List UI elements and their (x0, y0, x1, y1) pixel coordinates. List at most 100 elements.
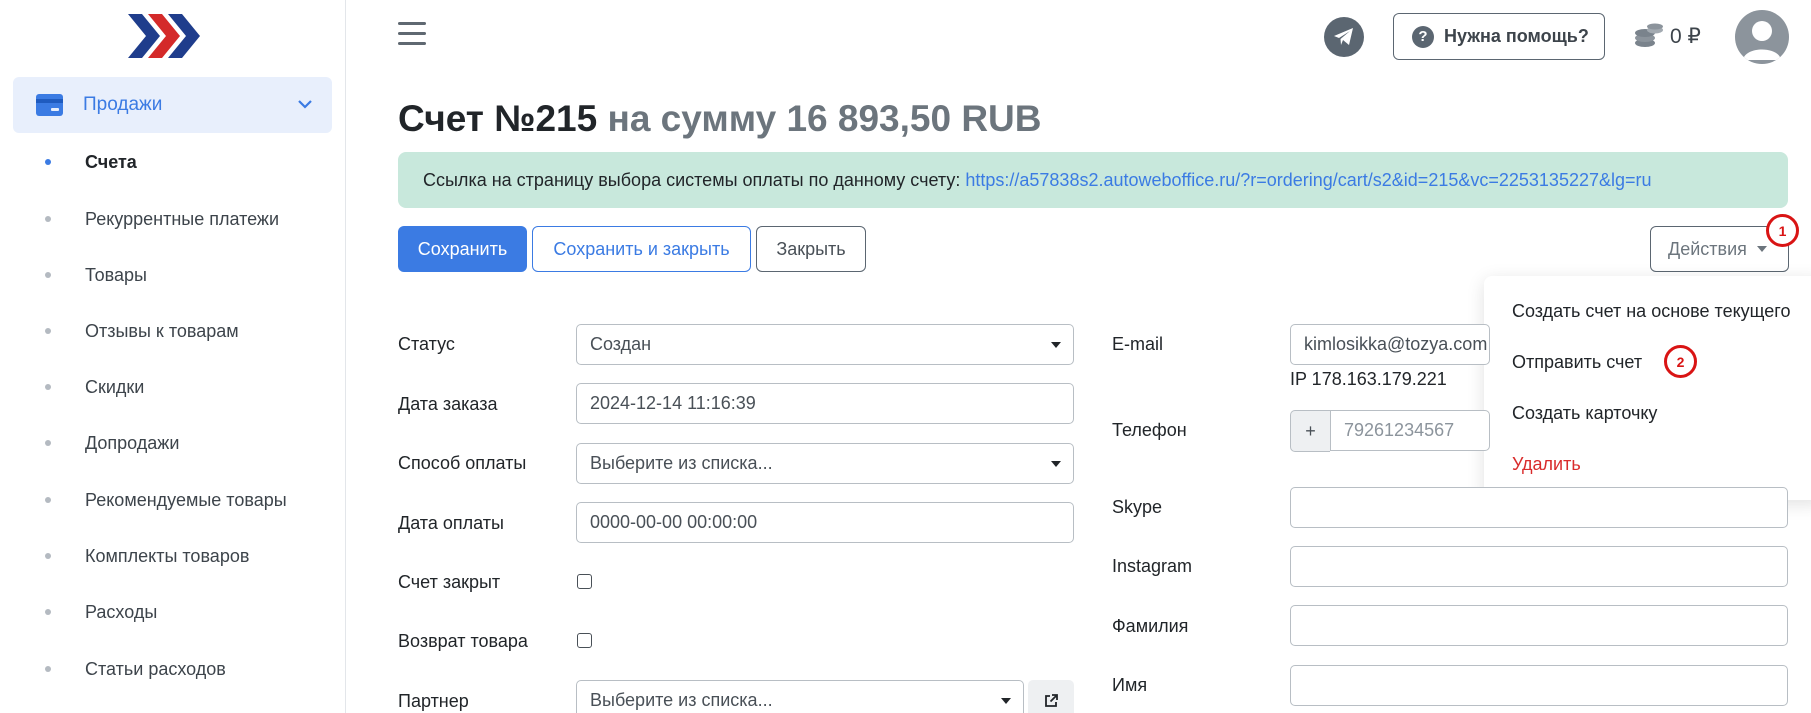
bullet-icon (45, 272, 51, 278)
sidebar-item-label: Счета (85, 151, 137, 172)
chevron-down-icon (298, 100, 312, 109)
invoice-sum: на сумму 16 893,50 RUB (607, 98, 1042, 139)
balance-value: 0 ₽ (1670, 24, 1701, 48)
hamburger-menu-icon[interactable] (398, 22, 426, 46)
instagram-input[interactable] (1290, 546, 1788, 587)
skype-label: Skype (1112, 497, 1163, 517)
phone-prefix: + (1290, 410, 1330, 452)
page-title: Счет №215 на сумму 16 893,50 RUB (398, 98, 1042, 140)
status-value: Создан (590, 334, 652, 354)
question-icon: ? (1412, 25, 1434, 48)
product-return-label: Возврат товара (398, 631, 528, 651)
order-date-label: Дата заказа (398, 394, 498, 414)
sidebar-item-recommended[interactable]: Рекомендуемые товары (0, 485, 346, 515)
sidebar-item-label: Товары (85, 264, 147, 285)
skype-input[interactable] (1290, 487, 1788, 528)
surname-label: Фамилия (1112, 616, 1189, 636)
name-label: Имя (1112, 675, 1148, 695)
sidebar-item-label: Отзывы к товарам (85, 320, 239, 341)
sidebar-item-bundles[interactable]: Комплекты товаров (0, 541, 346, 571)
balance[interactable]: 0 ₽ (1634, 20, 1701, 52)
bullet-icon (45, 440, 51, 446)
help-label: Нужна помощь? (1444, 26, 1589, 46)
invoice-closed-checkbox[interactable] (577, 574, 592, 589)
bullet-icon (45, 497, 51, 503)
partner-select[interactable]: Выберите из списка... (576, 680, 1024, 713)
payment-date-value: 0000-00-00 00:00:00 (590, 512, 758, 532)
help-button[interactable]: ? Нужна помощь? (1393, 13, 1605, 60)
caret-down-icon (1756, 246, 1767, 252)
payment-date-label: Дата оплаты (398, 513, 504, 533)
sidebar-item-upsells[interactable]: Допродажи (0, 428, 346, 458)
save-button[interactable]: Сохранить (398, 226, 527, 272)
menu-item-create-card[interactable]: Создать карточку (1512, 403, 1657, 424)
menu-item-create-invoice-copy[interactable]: Создать счет на основе текущего (1512, 301, 1790, 322)
sidebar-item-reviews[interactable]: Отзывы к товарам (0, 316, 346, 346)
payment-method-select[interactable]: Выберите из списка... (576, 443, 1074, 484)
name-input[interactable] (1290, 665, 1788, 706)
phone-input[interactable]: 79261234567 (1330, 410, 1490, 451)
email-input[interactable]: kimlosikka@tozya.com (1290, 324, 1490, 365)
coins-icon (1635, 23, 1663, 47)
sidebar-item-label: Скидки (85, 376, 145, 397)
credit-card-icon (36, 94, 63, 116)
caret-down-icon (1051, 342, 1061, 348)
payment-method-value: Выберите из списка... (590, 453, 773, 473)
alert-text: Ссылка на страницу выбора системы оплаты… (423, 169, 961, 190)
partner-value: Выберите из списка... (590, 690, 773, 710)
payment-method-label: Способ оплаты (398, 453, 527, 473)
sidebar-item-recurring[interactable]: Рекуррентные платежи (0, 204, 346, 234)
menu-item-send-invoice[interactable]: Отправить счет (1512, 352, 1642, 373)
email-label: E-mail (1112, 334, 1164, 354)
bullet-icon (45, 384, 51, 390)
order-date-input[interactable]: 2024-12-14 11:16:39 (576, 383, 1074, 424)
sidebar-item-invoices[interactable]: Счета (0, 147, 346, 177)
product-return-checkbox[interactable] (577, 633, 592, 648)
close-button[interactable]: Закрыть (756, 226, 866, 272)
surname-input[interactable] (1290, 605, 1788, 646)
actions-menu: Создать счет на основе текущего Отправит… (1484, 276, 1811, 500)
bullet-icon (45, 609, 51, 615)
sidebar-item-label: Расходы (85, 601, 158, 622)
menu-item-delete[interactable]: Удалить (1512, 454, 1581, 475)
caret-down-icon (1051, 461, 1061, 467)
status-label: Статус (398, 334, 455, 354)
bullet-icon (45, 216, 51, 222)
annotation-marker-1: 1 (1766, 214, 1799, 247)
external-link-icon (1045, 693, 1058, 707)
invoice-closed-label: Счет закрыт (398, 572, 501, 592)
sidebar-group-sales[interactable]: Продажи (13, 77, 332, 133)
payment-link[interactable]: https://a57838s2.autoweboffice.ru/?r=ord… (965, 170, 1651, 191)
sidebar-item-label: Комплекты товаров (85, 545, 250, 566)
sidebar-item-expense-items[interactable]: Статьи расходов (0, 654, 346, 684)
partner-label: Партнер (398, 691, 469, 711)
telegram-button[interactable] (1324, 17, 1364, 57)
invoice-number: Счет №215 (398, 98, 598, 139)
status-select[interactable]: Создан (576, 324, 1074, 365)
sidebar-item-label: Допродажи (85, 432, 180, 453)
payment-link-alert: Ссылка на страницу выбора системы оплаты… (398, 152, 1788, 208)
order-date-value: 2024-12-14 11:16:39 (590, 393, 756, 413)
sidebar-item-discounts[interactable]: Скидки (0, 372, 346, 402)
sidebar-item-label: Рекомендуемые товары (85, 489, 287, 510)
telegram-icon (1334, 28, 1353, 45)
annotation-marker-2: 2 (1664, 345, 1697, 378)
avatar[interactable] (1735, 10, 1789, 64)
sidebar-item-products[interactable]: Товары (0, 260, 346, 290)
phone-label: Телефон (1112, 420, 1187, 440)
phone-value: 79261234567 (1344, 420, 1455, 440)
open-partner-button[interactable] (1028, 680, 1074, 713)
ip-address: IP 178.163.179.221 (1290, 369, 1447, 389)
actions-label: Действия (1668, 238, 1747, 259)
sidebar-group-label: Продажи (83, 94, 163, 115)
bullet-icon (45, 328, 51, 334)
bullet-icon (45, 159, 51, 165)
email-value: kimlosikka@tozya.com (1304, 334, 1488, 354)
sidebar-item-expenses[interactable]: Расходы (0, 597, 346, 627)
logo-icon[interactable] (128, 12, 208, 60)
bullet-icon (45, 553, 51, 559)
caret-down-icon (1001, 698, 1011, 704)
save-and-close-button[interactable]: Сохранить и закрыть (532, 226, 751, 272)
sidebar-item-label: Рекуррентные платежи (85, 208, 280, 229)
payment-date-input[interactable]: 0000-00-00 00:00:00 (576, 502, 1074, 543)
